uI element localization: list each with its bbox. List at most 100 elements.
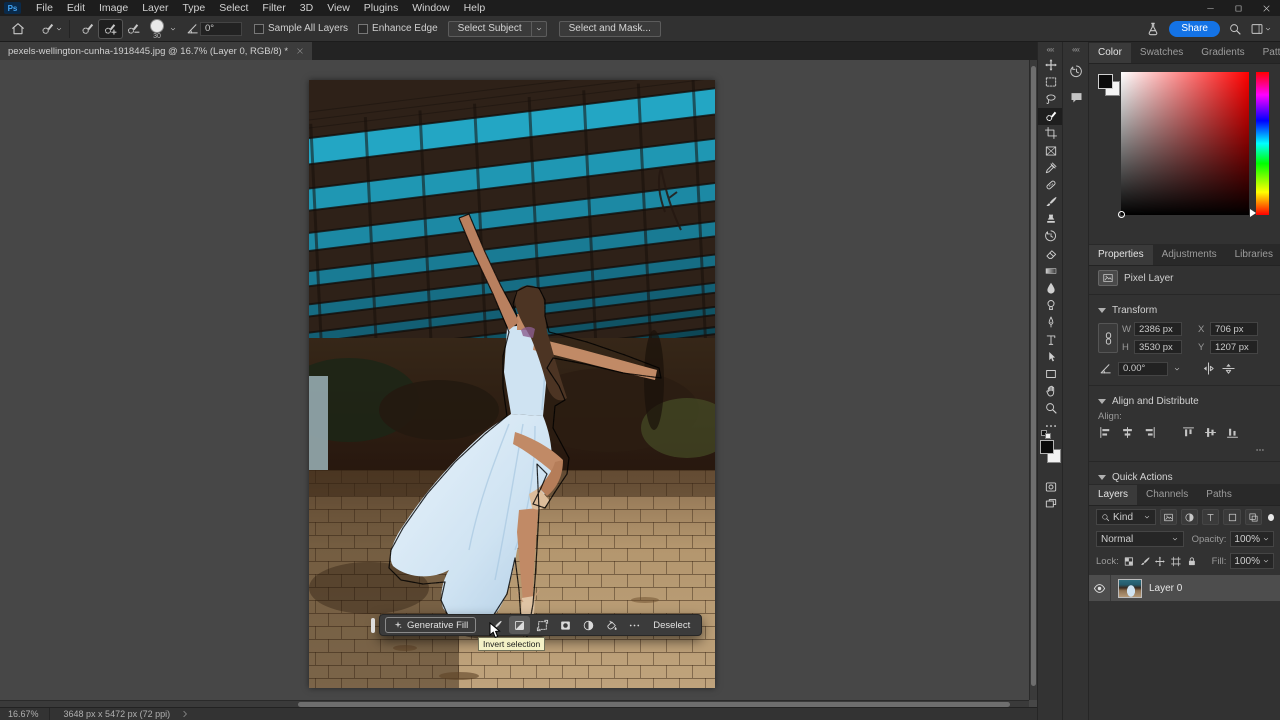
workspace-switcher[interactable] [1250, 22, 1272, 36]
collapse-toolbar-button[interactable]: «« [1038, 42, 1062, 56]
chevron-down-icon[interactable] [1173, 365, 1181, 373]
tool-lasso[interactable] [1038, 90, 1063, 107]
menu-edit[interactable]: Edit [60, 1, 92, 15]
sample-all-layers-checkbox[interactable] [254, 24, 264, 34]
lock-transparency-button[interactable] [1123, 555, 1135, 568]
width-input[interactable]: 2386 px [1134, 322, 1182, 336]
fill-input[interactable]: 100% [1230, 553, 1274, 569]
tool-clone-stamp[interactable] [1038, 211, 1063, 228]
document-tab[interactable]: pexels-wellington-cunha-1918445.jpg @ 16… [0, 42, 312, 60]
tool-eyedropper[interactable] [1038, 159, 1063, 176]
tab-adjustments[interactable]: Adjustments [1153, 245, 1226, 265]
link-dimensions-button[interactable] [1098, 323, 1118, 353]
enhance-edge-checkbox[interactable] [358, 24, 368, 34]
tab-paths[interactable]: Paths [1197, 485, 1241, 505]
tool-quick-selection[interactable] [1038, 108, 1063, 125]
canvas-photo[interactable] [309, 80, 715, 688]
sample-all-layers-option[interactable]: Sample All Layers [254, 23, 348, 34]
hue-slider[interactable] [1256, 72, 1269, 215]
brush-angle-input[interactable]: 0° [200, 22, 242, 36]
quick-mask-button[interactable] [1038, 478, 1063, 495]
menu-file[interactable]: File [29, 1, 60, 15]
create-mask-button[interactable] [555, 616, 576, 634]
vertical-scrollbar-thumb[interactable] [1031, 66, 1036, 686]
menu-3d[interactable]: 3D [293, 1, 320, 15]
minimize-button[interactable] [1196, 0, 1224, 16]
tool-preset-picker[interactable] [40, 21, 63, 36]
lock-artboard-button[interactable] [1170, 555, 1182, 568]
flip-vertical-button[interactable] [1221, 361, 1236, 376]
flip-horizontal-button[interactable] [1201, 361, 1216, 376]
tab-gradients[interactable]: Gradients [1192, 43, 1253, 63]
tool-crop[interactable] [1038, 125, 1063, 142]
foreground-color-swatch[interactable] [1040, 440, 1054, 454]
select-and-mask-button[interactable]: Select and Mask... [559, 21, 661, 37]
tab-properties[interactable]: Properties [1089, 245, 1153, 265]
status-bar-menu-chevron[interactable] [180, 709, 190, 719]
tab-patterns[interactable]: Patterns [1254, 43, 1280, 63]
foreground-color-swatch[interactable] [1098, 74, 1113, 89]
tool-rectangle[interactable] [1038, 365, 1063, 382]
tool-eraser[interactable] [1038, 245, 1063, 262]
filter-smart-objects-button[interactable] [1245, 509, 1262, 525]
horizontal-scrollbar[interactable] [0, 700, 1029, 707]
subtract-from-selection-mode-button[interactable] [122, 20, 145, 38]
tab-channels[interactable]: Channels [1137, 485, 1197, 505]
menu-help[interactable]: Help [457, 1, 493, 15]
vertical-scrollbar[interactable] [1029, 60, 1037, 700]
tab-layers[interactable]: Layers [1089, 485, 1137, 505]
saturation-brightness-picker[interactable] [1121, 72, 1249, 215]
menu-plugins[interactable]: Plugins [357, 1, 405, 15]
blend-mode-dropdown[interactable]: Normal [1096, 531, 1184, 547]
x-input[interactable]: 706 px [1210, 322, 1258, 336]
align-center-horizontal-button[interactable] [1120, 425, 1135, 440]
close-tab-icon[interactable] [296, 47, 304, 55]
tab-libraries[interactable]: Libraries [1226, 245, 1280, 265]
panel-rail-history-button[interactable] [1063, 60, 1089, 82]
fill-selection-button[interactable] [601, 616, 622, 634]
filter-type-layers-button[interactable] [1202, 509, 1219, 525]
lock-all-button[interactable] [1186, 555, 1198, 568]
filter-pixel-layers-button[interactable] [1160, 509, 1177, 525]
close-button[interactable] [1252, 0, 1280, 16]
layer-filter-toggle[interactable] [1268, 514, 1274, 521]
create-adjustment-button[interactable] [578, 616, 599, 634]
layer-row[interactable]: Layer 0 [1089, 575, 1280, 601]
align-section-header[interactable]: Align and Distribute [1089, 390, 1280, 411]
transform-selection-button[interactable] [532, 616, 553, 634]
menu-view[interactable]: View [320, 1, 357, 15]
tool-move[interactable] [1038, 56, 1063, 73]
tool-spot-healing-brush[interactable] [1038, 176, 1063, 193]
tool-frame[interactable] [1038, 142, 1063, 159]
search-icon[interactable] [1228, 22, 1242, 36]
tab-swatches[interactable]: Swatches [1131, 43, 1192, 63]
chevron-down-icon[interactable] [169, 25, 177, 33]
transform-section-header[interactable]: Transform [1089, 299, 1280, 320]
align-top-button[interactable] [1181, 425, 1196, 440]
tool-dodge[interactable] [1038, 297, 1063, 314]
y-input[interactable]: 1207 px [1210, 340, 1258, 354]
menu-filter[interactable]: Filter [255, 1, 292, 15]
menu-type[interactable]: Type [175, 1, 212, 15]
align-more-options-button[interactable] [1253, 445, 1267, 455]
generative-fill-button[interactable]: Generative Fill [385, 617, 476, 633]
taskbar-more-options-button[interactable] [624, 616, 645, 634]
enhance-edge-option[interactable]: Enhance Edge [358, 23, 438, 34]
technology-previews-icon[interactable] [1145, 21, 1161, 37]
menu-image[interactable]: Image [92, 1, 135, 15]
align-bottom-button[interactable] [1225, 425, 1240, 440]
align-middle-vertical-button[interactable] [1203, 425, 1218, 440]
tool-zoom[interactable] [1038, 400, 1063, 417]
panel-rail-comments-button[interactable] [1063, 86, 1089, 108]
swap-colors-icon[interactable] [1041, 428, 1059, 438]
maximize-button[interactable] [1224, 0, 1252, 16]
add-to-selection-mode-button[interactable] [99, 20, 122, 38]
menu-window[interactable]: Window [405, 1, 456, 15]
tool-history-brush[interactable] [1038, 228, 1063, 245]
select-subject-button[interactable]: Select Subject [448, 21, 532, 37]
canvas-area[interactable] [0, 60, 1029, 700]
tool-brush[interactable] [1038, 194, 1063, 211]
home-button[interactable] [6, 20, 30, 38]
new-selection-mode-button[interactable] [76, 20, 99, 38]
select-subject-dropdown-button[interactable] [532, 21, 547, 37]
